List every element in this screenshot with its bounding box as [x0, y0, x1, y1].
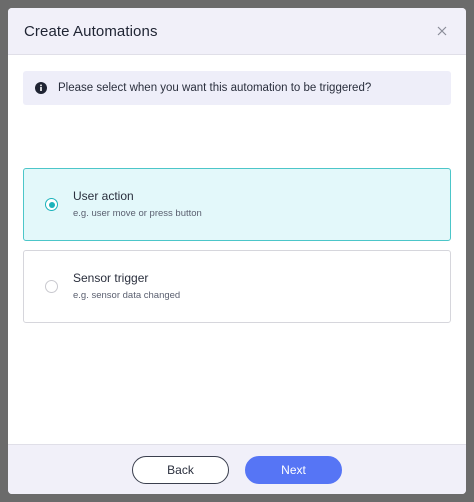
option-description: e.g. sensor data changed [73, 289, 181, 301]
option-title: Sensor trigger [73, 270, 149, 285]
dialog-body: Please select when you want this automat… [8, 55, 466, 444]
option-description: e.g. user move or press button [73, 207, 202, 219]
option-user-action[interactable]: User action e.g. user move or press butt… [23, 168, 451, 241]
next-button[interactable]: Next [245, 455, 342, 484]
info-text: Please select when you want this automat… [58, 82, 372, 94]
option-sensor-trigger[interactable]: Sensor trigger e.g. sensor data changed [23, 250, 451, 323]
create-automation-dialog: Create Automations Please select when yo… [8, 8, 466, 494]
close-icon[interactable] [434, 23, 450, 39]
dialog-header: Create Automations [8, 8, 466, 55]
radio-user-action[interactable] [45, 198, 58, 211]
option-title: User action [73, 188, 134, 203]
back-button[interactable]: Back [132, 455, 229, 484]
info-icon [35, 82, 47, 94]
dialog-title: Create Automations [24, 22, 158, 40]
dialog-footer: Back Next [8, 444, 466, 494]
radio-sensor-trigger[interactable] [45, 280, 58, 293]
info-banner: Please select when you want this automat… [23, 71, 451, 105]
